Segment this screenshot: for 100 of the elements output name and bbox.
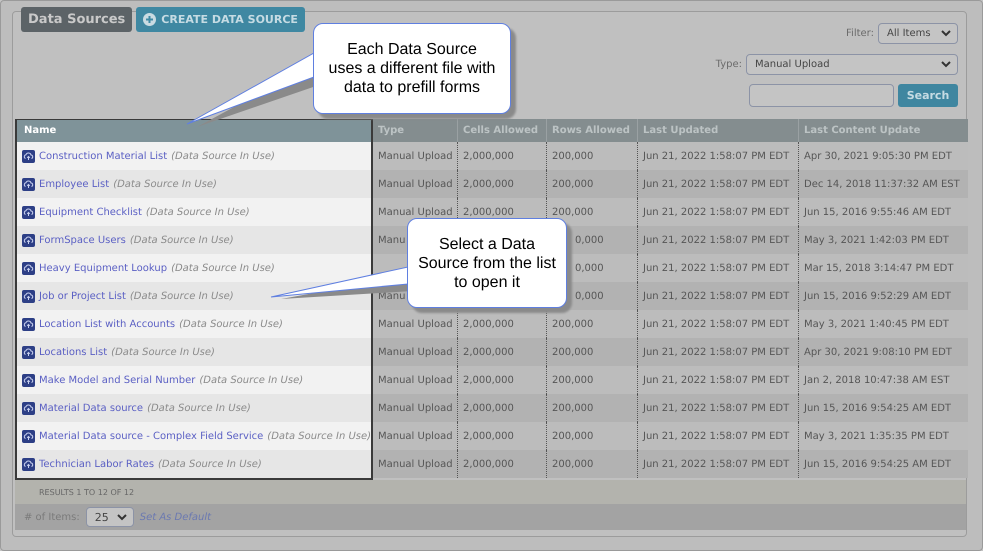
data-source-link[interactable]: Job or Project List [39,290,126,302]
table-cell: 200,000 [552,458,594,470]
data-source-link[interactable]: Employee List [39,178,110,190]
filter-dropdown[interactable]: All Items [878,23,958,44]
table-cell: Jun 21, 2022 1:58:07 PM EDT [643,178,790,190]
in-use-note: (Data Source In Use) [146,206,250,218]
table-cell: 2,000,000 [463,206,514,218]
data-source-link[interactable]: Location List with Accounts [39,318,176,330]
in-use-note: (Data Source In Use) [130,290,234,302]
table-cell: Jan 2, 2018 10:47:38 AM EST [804,374,950,386]
table-cell: 2,000,000 [463,402,514,414]
table-cell: Jun 21, 2022 1:58:07 PM EDT [643,430,790,442]
table-cell: May 3, 2021 1:42:03 PM EDT [804,234,949,246]
create-data-source-button[interactable]: CREATE DATA SOURCE [136,7,305,32]
in-use-note: (Data Source In Use) [113,178,217,190]
table-cell: 2,000,000 [463,430,514,442]
table-cell: Jun 21, 2022 1:58:07 PM EDT [643,318,790,330]
table-cell: 200,000 [552,206,594,218]
table-cell: Jun 21, 2022 1:58:07 PM EDT [643,290,790,302]
callout-bubble: Select a Data Source from the list to open it [407,218,567,308]
table-cell: Manual Upload [378,430,453,442]
cloud-icon [22,402,35,414]
table-cell: 2,000,000 [463,346,514,358]
table-cell: Dec 14, 2018 11:37:32 AM EST [804,178,960,190]
data-source-link[interactable]: Construction Material List [39,150,168,162]
cloud-icon [22,234,35,246]
in-use-note: (Data Source In Use) [130,234,234,246]
results-count: RESULTS 1 TO 12 OF 12 [39,488,134,496]
cloud-icon [22,262,35,274]
in-use-note: (Data Source In Use) [147,402,251,414]
table-cell: Manu [378,290,406,302]
in-use-note: (Data Source In Use) [179,318,283,330]
cloud-icon [22,150,35,162]
data-source-link[interactable]: Make Model and Serial Number [39,374,196,386]
data-source-link[interactable]: Equipment Checklist [39,206,142,218]
table-cell: Jun 15, 2016 9:54:25 AM EDT [804,402,952,414]
in-use-note: (Data Source In Use) [111,346,215,358]
table-cell: Manual Upload [378,318,453,330]
table-cell: 200,000 [552,150,594,162]
table-cell: Jun 15, 2016 9:55:46 AM EDT [804,206,952,218]
table-cell: Jun 21, 2022 1:58:07 PM EDT [643,458,790,470]
table-cell: Manual Upload [378,346,453,358]
column-header: Name [17,120,371,142]
in-use-note: (Data Source In Use) [158,458,262,470]
page-title: Data Sources [21,7,132,32]
data-source-link[interactable]: FormSpace Users [39,234,126,246]
table-cell: Jun 21, 2022 1:58:07 PM EDT [643,234,790,246]
table-cell: 2,000,000 [463,178,514,190]
table-cell: 2,000,000 [463,374,514,386]
in-use-note: (Data Source In Use) [171,150,275,162]
table-cell: Apr 30, 2021 9:08:10 PM EDT [804,346,952,358]
cloud-icon [22,318,35,330]
table-cell: 200,000 [552,402,594,414]
table-cell: Jun 15, 2016 9:52:29 AM EDT [804,290,952,302]
data-source-link[interactable]: Material Data source [39,402,144,414]
table-cell: 200,000 [552,318,594,330]
type-dropdown[interactable]: Manual Upload [746,54,958,75]
search-field[interactable] [749,84,894,107]
table-cell: Manual Upload [378,402,453,414]
table-cell: Apr 30, 2021 9:05:30 PM EDT [804,150,952,162]
cloud-icon [22,346,35,358]
data-source-link[interactable]: Locations List [39,346,108,358]
table-cell: Mar 15, 2018 3:14:47 PM EDT [804,262,954,274]
cloud-icon [22,458,35,470]
table-cell: Jun 21, 2022 1:58:07 PM EDT [643,402,790,414]
table-cell: 0,000 [575,234,604,246]
in-use-note: (Data Source In Use) [267,430,372,442]
table-cell: Jun 15, 2016 9:54:25 AM EDT [804,458,952,470]
caret-icon [941,61,951,68]
table-cell: May 3, 2021 1:35:35 PM EDT [804,430,949,442]
table-cell: 200,000 [552,374,594,386]
table-cell: 2,000,000 [463,150,514,162]
table-cell: Manual Upload [378,374,453,386]
table-cell: Jun 21, 2022 1:58:07 PM EDT [643,150,790,162]
search-button[interactable]: Search [898,84,958,107]
table-cell: 200,000 [552,178,594,190]
table-cell: 200,000 [552,430,594,442]
table-cell: Jun 21, 2022 1:58:07 PM EDT [643,374,790,386]
table-cell: Jun 21, 2022 1:58:07 PM EDT [643,262,790,274]
table-cell: Manual Upload [378,206,453,218]
items-per-page-dropdown[interactable]: 25 [86,507,134,527]
cloud-icon [22,206,35,218]
data-source-link[interactable]: Heavy Equipment Lookup [39,262,168,274]
plus-circle-icon [143,13,156,26]
callout-bubble: Each Data Source uses a different file with data to prefill forms [313,23,511,114]
table-cell: 2,000,000 [463,318,514,330]
table-cell: Manu [378,234,406,246]
table-cell: Jun 21, 2022 1:58:07 PM EDT [643,346,790,358]
table-cell: 0,000 [575,262,604,274]
table-cell: Manual Upload [378,178,453,190]
table-cell: Manual Upload [378,150,453,162]
caret-icon [116,514,127,520]
table-cell: 2,000,000 [463,458,514,470]
in-use-note: (Data Source In Use) [171,262,275,274]
table-cell: May 3, 2021 1:40:45 PM EDT [804,318,949,330]
data-source-link[interactable]: Technician Labor Rates [39,458,154,470]
data-source-link[interactable]: Material Data source - Complex Field Service [39,430,264,442]
column-header: Type [377,124,406,138]
table-cell: Manual Upload [378,458,453,470]
type-label: Type: [716,59,742,70]
